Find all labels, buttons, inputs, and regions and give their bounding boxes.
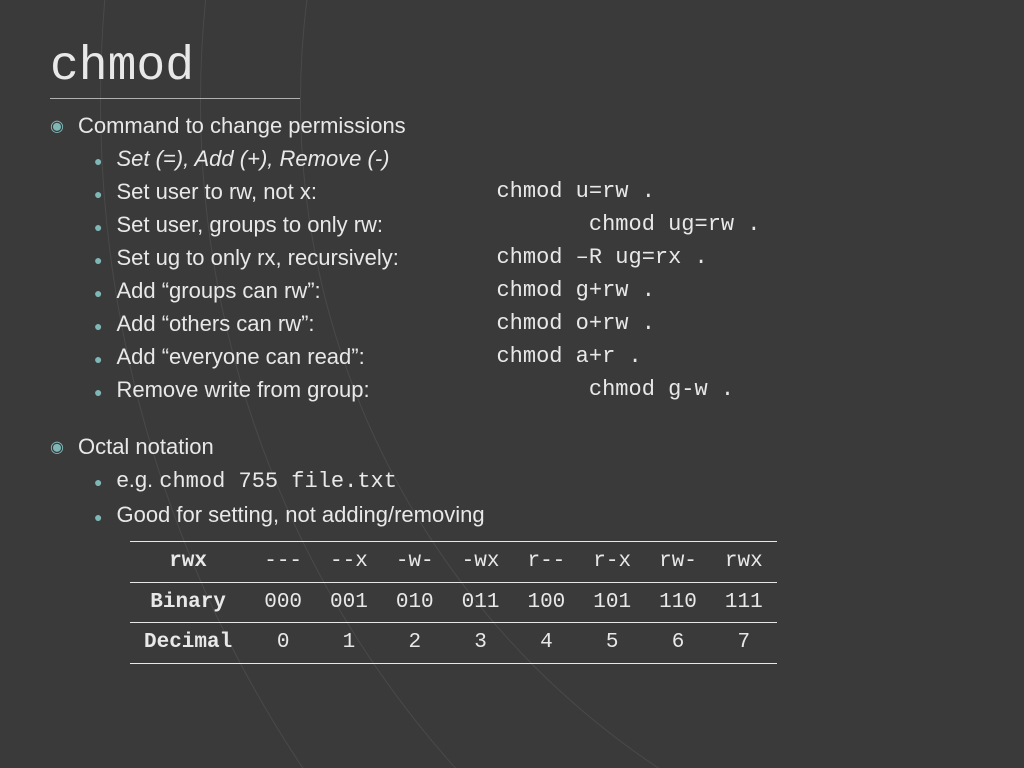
example-row: ● e.g. chmod 755 file.txt <box>94 463 974 498</box>
slide-title: chmod <box>50 40 300 99</box>
table-cell: --x <box>316 542 382 583</box>
command-row: ● Remove write from group: chmod g-w . <box>94 373 974 406</box>
target-icon: ◉ <box>50 436 64 460</box>
command-row-inner: Add “others can rw”:chmod o+rw . <box>116 307 896 340</box>
eg-cmd: chmod 755 file.txt <box>159 469 397 494</box>
command-row: ● Set ug to only rx, recursively:chmod –R… <box>94 241 974 274</box>
modes-row: ● Set (=), Add (+), Remove (-) <box>94 142 974 175</box>
table-cell: -wx <box>448 542 514 583</box>
table-cell: 2 <box>382 623 448 664</box>
table-cell: 6 <box>645 623 711 664</box>
command-row: ● Add “others can rw”:chmod o+rw . <box>94 307 974 340</box>
command-code: chmod g+rw . <box>496 274 654 307</box>
command-code: chmod u=rw . <box>496 175 654 208</box>
bullet-icon: ● <box>94 250 102 271</box>
bullet-icon: ● <box>94 184 102 205</box>
table-cell: 4 <box>513 623 579 664</box>
command-code: chmod o+rw . <box>496 307 654 340</box>
command-desc: Add “others can rw”: <box>116 307 496 340</box>
eg-prefix: e.g. <box>116 467 159 492</box>
command-code: chmod ug=rw . <box>496 208 760 241</box>
command-row-inner: Set user to rw, not x:chmod u=rw . <box>116 175 896 208</box>
table-row-label: rwx <box>130 542 250 583</box>
bullet-icon: ● <box>94 507 102 528</box>
table-cell: 0 <box>250 623 316 664</box>
section-1-heading: Command to change permissions <box>78 109 406 142</box>
command-desc: Set user, groups to only rw: <box>116 208 496 241</box>
table-row-label: Binary <box>130 582 250 623</box>
modes-text: Set (=), Add (+), Remove (-) <box>116 142 389 175</box>
table-cell: r-x <box>579 542 645 583</box>
note-text: Good for setting, not adding/removing <box>116 498 484 531</box>
example-text: e.g. chmod 755 file.txt <box>116 463 396 498</box>
table-cell: 000 <box>250 582 316 623</box>
table-cell: rw- <box>645 542 711 583</box>
permissions-table: rwx-----x-w--wxr--r-xrw-rwxBinary0000010… <box>130 541 777 664</box>
table-row: Binary000001010011100101110111 <box>130 582 777 623</box>
bullet-icon: ● <box>94 349 102 370</box>
table-cell: 001 <box>316 582 382 623</box>
command-row: ● Set user to rw, not x:chmod u=rw . <box>94 175 974 208</box>
command-row-inner: Set ug to only rx, recursively:chmod –R … <box>116 241 896 274</box>
table-cell: 7 <box>711 623 777 664</box>
bullet-icon: ● <box>94 472 102 493</box>
table-row-label: Decimal <box>130 623 250 664</box>
bullet-icon: ● <box>94 283 102 304</box>
table-cell: -w- <box>382 542 448 583</box>
table-cell: 111 <box>711 582 777 623</box>
bullet-icon: ● <box>94 316 102 337</box>
table-cell: --- <box>250 542 316 583</box>
section-1-heading-row: ◉ Command to change permissions <box>50 109 974 142</box>
table-cell: 1 <box>316 623 382 664</box>
table-cell: rwx <box>711 542 777 583</box>
bullet-icon: ● <box>94 151 102 172</box>
command-desc: Set user to rw, not x: <box>116 175 496 208</box>
table-cell: 101 <box>579 582 645 623</box>
table-row: rwx-----x-w--wxr--r-xrw-rwx <box>130 542 777 583</box>
command-row: ● Set user, groups to only rw: chmod ug=r… <box>94 208 974 241</box>
command-row-inner: Remove write from group: chmod g-w . <box>116 373 896 406</box>
command-row: ● Add “groups can rw”:chmod g+rw . <box>94 274 974 307</box>
command-desc: Add “groups can rw”: <box>116 274 496 307</box>
command-code: chmod a+r . <box>496 340 641 373</box>
table-cell: 5 <box>579 623 645 664</box>
command-list: ● Set user to rw, not x:chmod u=rw . ● Set … <box>50 175 974 406</box>
slide-content: ◉ Command to change permissions ● Set (=… <box>50 109 974 664</box>
table-cell: r-- <box>513 542 579 583</box>
bullet-icon: ● <box>94 217 102 238</box>
command-code: chmod g-w . <box>496 373 734 406</box>
section-2-heading: Octal notation <box>78 430 214 463</box>
command-desc: Set ug to only rx, recursively: <box>116 241 496 274</box>
bullet-icon: ● <box>94 382 102 403</box>
command-row-inner: Set user, groups to only rw: chmod ug=rw… <box>116 208 896 241</box>
note-row: ● Good for setting, not adding/removing <box>94 498 974 531</box>
table-cell: 011 <box>448 582 514 623</box>
table-cell: 010 <box>382 582 448 623</box>
command-row: ● Add “everyone can read”:chmod a+r . <box>94 340 974 373</box>
command-desc: Remove write from group: <box>116 373 496 406</box>
command-desc: Add “everyone can read”: <box>116 340 496 373</box>
target-icon: ◉ <box>50 115 64 139</box>
command-row-inner: Add “everyone can read”:chmod a+r . <box>116 340 896 373</box>
table-cell: 110 <box>645 582 711 623</box>
section-2-heading-row: ◉ Octal notation <box>50 430 974 463</box>
command-code: chmod –R ug=rx . <box>496 241 707 274</box>
table-cell: 100 <box>513 582 579 623</box>
slide: chmod ◉ Command to change permissions ● … <box>0 0 1024 768</box>
table-row: Decimal01234567 <box>130 623 777 664</box>
table-cell: 3 <box>448 623 514 664</box>
command-row-inner: Add “groups can rw”:chmod g+rw . <box>116 274 896 307</box>
